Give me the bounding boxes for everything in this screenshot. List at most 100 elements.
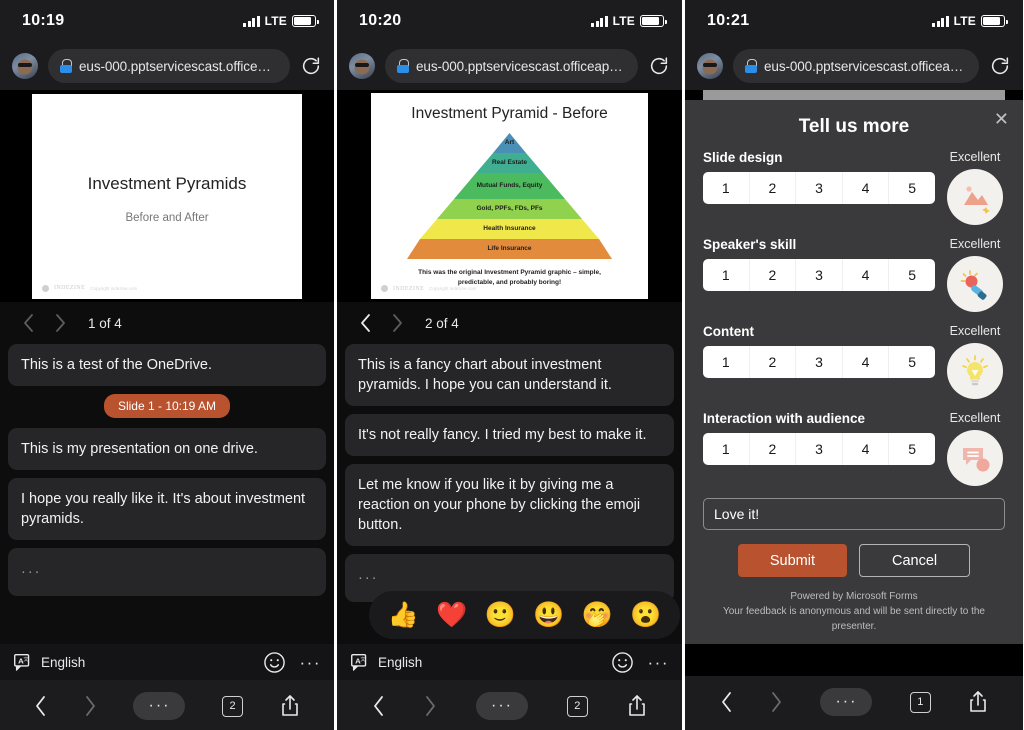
pyramid-level: Mutual Funds, Equity [407, 173, 612, 199]
cancel-button[interactable]: Cancel [859, 544, 971, 577]
chat-bubbles-icon [947, 430, 1003, 486]
language-label: English [378, 654, 423, 670]
transcript-bubble: I hope you really like it. It's about in… [8, 478, 326, 540]
rating-option[interactable]: 4 [843, 346, 890, 378]
transcript-bubble: This is a fancy chart about investment p… [345, 344, 674, 406]
browser-share-button[interactable] [627, 694, 647, 718]
browser-more-button[interactable]: ··· [133, 692, 186, 720]
reaction-bar[interactable]: 👍 ❤️ 🙂 😃 🤭 😮 [369, 591, 680, 639]
rating-option[interactable]: 3 [796, 259, 843, 291]
rating-option[interactable]: 1 [703, 259, 750, 291]
language-bar: A 文 English ··· [0, 644, 334, 680]
rating-option[interactable]: 3 [796, 346, 843, 378]
reload-icon[interactable] [648, 55, 670, 77]
avatar[interactable] [697, 53, 723, 79]
reaction-surprised-icon[interactable]: 😮 [630, 602, 661, 628]
language-bar-actions: ··· [611, 651, 669, 674]
pyramid-level: Health Insurance [407, 219, 612, 239]
rating-text: Excellent [949, 150, 1001, 164]
emoji-button-icon[interactable] [263, 651, 286, 674]
browser-share-button[interactable] [280, 694, 300, 718]
rating-option[interactable]: 5 [889, 433, 935, 465]
browser-toolbar: ··· 1 [685, 676, 1023, 728]
reaction-heart-icon[interactable]: ❤️ [436, 602, 467, 628]
microphone-icon-glyph [960, 270, 987, 300]
browser-share-button[interactable] [968, 690, 988, 714]
share-icon [281, 695, 298, 716]
rating-option[interactable]: 3 [796, 433, 843, 465]
transcript-more-button[interactable]: ··· [648, 654, 669, 671]
url-text: eus-000.pptservicescast.officeapps.live.… [764, 58, 967, 74]
language-selector[interactable]: A 文 English [13, 653, 85, 672]
rating-scale[interactable]: 1 2 3 4 5 [703, 259, 935, 291]
translate-icon: A 文 [351, 653, 367, 671]
share-icon [970, 691, 987, 712]
rating-option[interactable]: 1 [703, 433, 750, 465]
reaction-thumbs-up-icon[interactable]: 👍 [388, 602, 419, 628]
transcript-list[interactable]: This is a fancy chart about investment p… [337, 344, 682, 644]
rating-option[interactable]: 2 [750, 433, 797, 465]
transcript-more-button[interactable]: ··· [300, 654, 321, 671]
next-slide-button[interactable] [46, 309, 74, 337]
browser-forward-button[interactable] [424, 695, 437, 717]
slide-watermark: INDEZINE Copyright indezine.com [42, 284, 137, 292]
reload-icon[interactable] [300, 55, 322, 77]
address-field[interactable]: eus-000.pptservicescast.officeapps.live.… [733, 49, 979, 83]
slide-viewer[interactable]: Investment Pyramids Before and After IND… [0, 90, 334, 302]
rating-option[interactable]: 5 [889, 346, 935, 378]
avatar[interactable] [349, 53, 375, 79]
slide-subtitle: Before and After [125, 211, 209, 224]
rating-option[interactable]: 1 [703, 172, 750, 204]
chevron-right-icon [426, 696, 436, 716]
rating-option[interactable]: 2 [750, 259, 797, 291]
language-selector[interactable]: A 文 English [350, 653, 422, 672]
comment-input[interactable]: Love it! [703, 498, 1005, 530]
address-field[interactable]: eus-000.pptservicescast.officeapps.live.… [385, 49, 638, 83]
rating-option[interactable]: 4 [843, 433, 890, 465]
reaction-smile-icon[interactable]: 🙂 [485, 602, 516, 628]
close-icon[interactable]: ✕ [994, 110, 1009, 128]
reaction-applause-icon[interactable]: 🤭 [582, 602, 613, 628]
browser-tabs-button[interactable]: 2 [222, 695, 244, 717]
browser-back-button[interactable] [34, 695, 47, 717]
next-slide-button[interactable] [383, 309, 411, 337]
browser-more-button[interactable]: ··· [820, 688, 873, 716]
rating-option[interactable]: 3 [796, 172, 843, 204]
rating-scale[interactable]: 1 2 3 4 5 [703, 346, 935, 378]
reload-icon[interactable] [989, 55, 1011, 77]
rating-option[interactable]: 2 [750, 172, 797, 204]
slide-viewer[interactable]: Investment Pyramid - Before Art Real Est… [337, 90, 682, 302]
browser-tabs-button[interactable]: 2 [566, 695, 588, 717]
submit-button[interactable]: Submit [737, 544, 847, 577]
browser-back-button[interactable] [372, 695, 385, 717]
rating-option[interactable]: 4 [843, 259, 890, 291]
emoji-button-icon[interactable] [611, 651, 634, 674]
prev-slide-button[interactable] [14, 309, 42, 337]
network-type-label: LTE [264, 14, 287, 28]
signal-bars-icon [932, 15, 949, 27]
rating-scale[interactable]: 1 2 3 4 5 [703, 433, 935, 465]
phone-screen-3: 10:21 LTE eus-000.pptservicescast.office… [685, 0, 1023, 730]
address-field[interactable]: eus-000.pptservicescast.officeapps.live.… [48, 49, 290, 83]
rating-option[interactable]: 5 [889, 172, 935, 204]
browser-tabs-button[interactable]: 1 [909, 691, 931, 713]
transcript-list[interactable]: This is a test of the OneDrive. Slide 1 … [0, 344, 334, 644]
browser-more-button[interactable]: ··· [475, 692, 528, 720]
avatar[interactable] [12, 53, 38, 79]
rating-option[interactable]: 1 [703, 346, 750, 378]
rating-option[interactable]: 5 [889, 259, 935, 291]
network-type-label: LTE [953, 14, 976, 28]
rating-text: Excellent [949, 237, 1001, 251]
browser-forward-button[interactable] [84, 695, 97, 717]
language-bar-actions: ··· [263, 651, 321, 674]
rating-option[interactable]: 2 [750, 346, 797, 378]
browser-back-button[interactable] [720, 691, 733, 713]
reaction-laugh-icon[interactable]: 😃 [533, 602, 564, 628]
prev-slide-button[interactable] [351, 309, 379, 337]
browser-url-bar: eus-000.pptservicescast.officeapps.live.… [337, 42, 682, 90]
slide-nav-row: 2 of 4 [337, 302, 682, 344]
browser-forward-button[interactable] [770, 691, 783, 713]
transcript-bubble: This is a test of the OneDrive. [8, 344, 326, 386]
rating-scale[interactable]: 1 2 3 4 5 [703, 172, 935, 204]
rating-option[interactable]: 4 [843, 172, 890, 204]
